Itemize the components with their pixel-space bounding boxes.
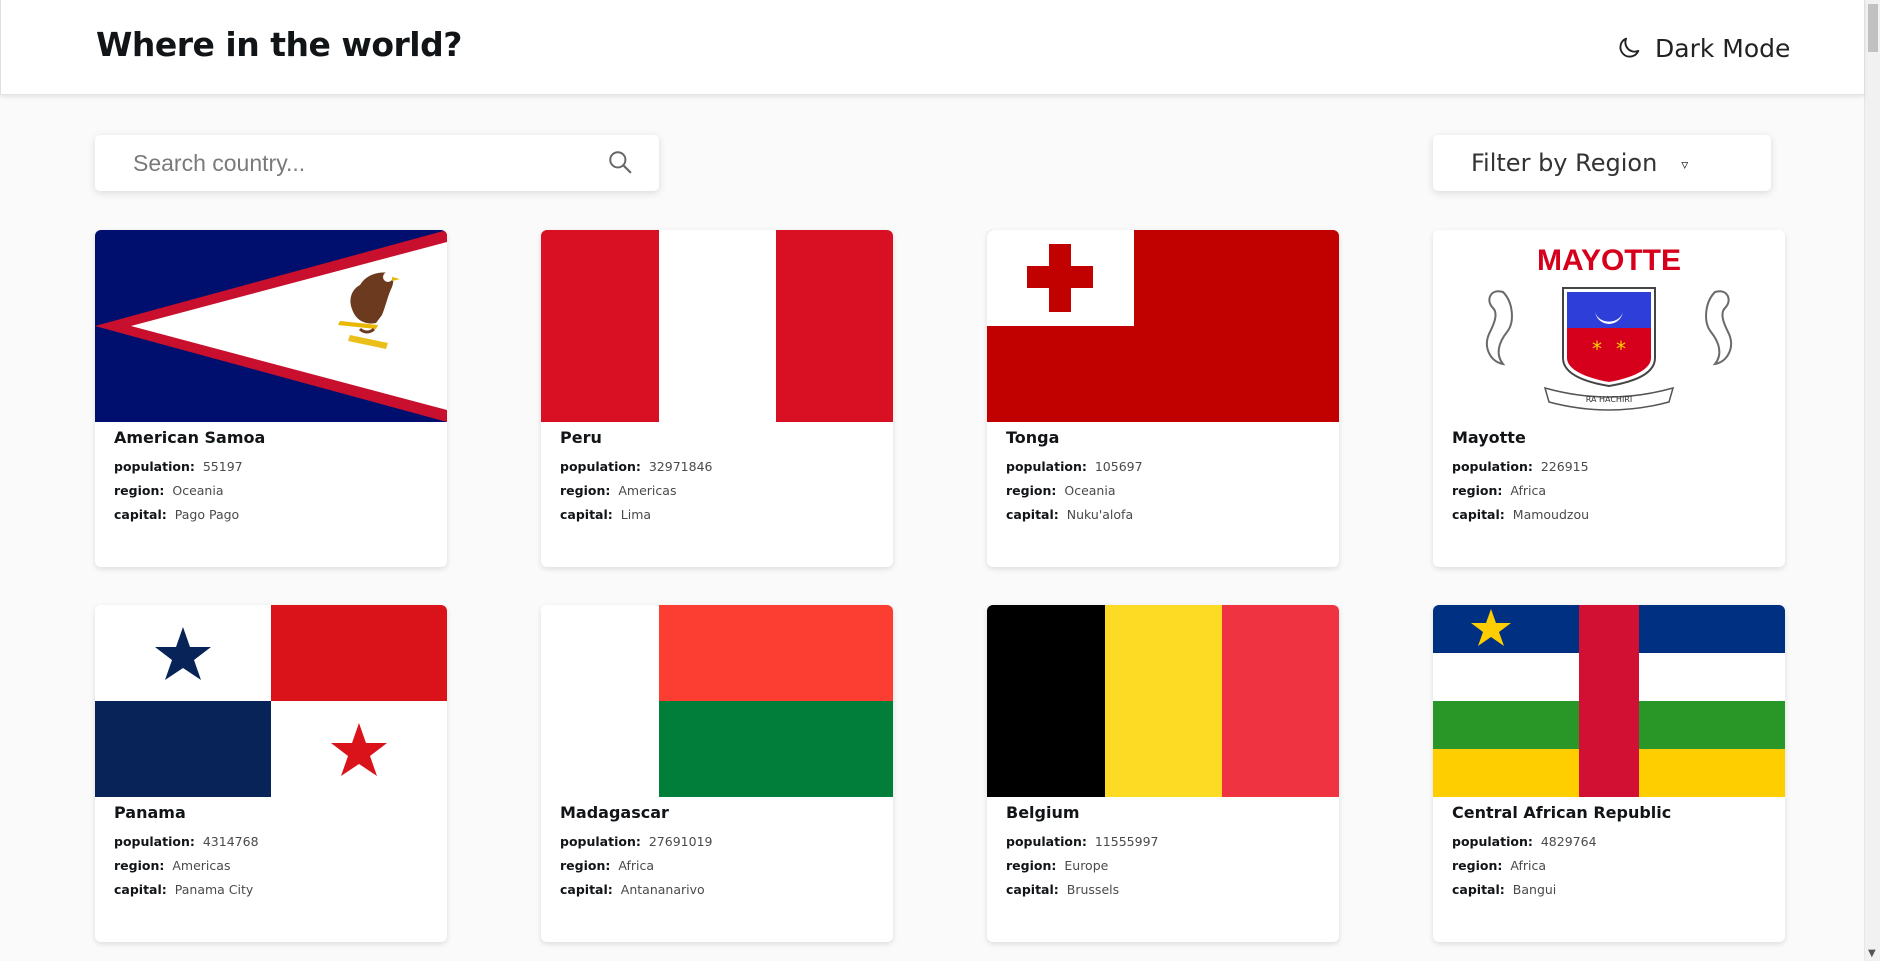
population-label: population:: [560, 459, 641, 474]
header-bar: Where in the world? Dark Mode: [0, 0, 1864, 95]
country-card[interactable]: MAYOTTE * * RA HACHIRI Mayotte populatio…: [1433, 230, 1785, 567]
region-value: Europe: [1064, 858, 1109, 873]
vertical-scrollbar[interactable]: ▼: [1864, 0, 1880, 961]
capital-value: Nuku'alofa: [1066, 507, 1134, 522]
capital-label: capital:: [1006, 882, 1059, 897]
mayotte-flag: MAYOTTE * * RA HACHIRI: [1433, 230, 1785, 422]
dark-mode-label: Dark Mode: [1655, 33, 1791, 63]
madagascar-flag: [541, 605, 893, 797]
capital-value: Bangui: [1512, 882, 1557, 897]
country-name: Panama: [114, 803, 186, 822]
country-card[interactable]: Central African Republic population: 4829…: [1433, 605, 1785, 942]
site-title[interactable]: Where in the world?: [96, 25, 462, 64]
region-label: region:: [1006, 858, 1057, 873]
region-value: Americas: [172, 858, 231, 873]
tonga-flag: [987, 230, 1339, 422]
svg-text:*: *: [1592, 337, 1602, 361]
region-label: region:: [1452, 483, 1503, 498]
capital-label: capital:: [1452, 882, 1505, 897]
capital-value: Antananarivo: [620, 882, 705, 897]
capital-label: capital:: [114, 507, 167, 522]
country-card[interactable]: American Samoa population: 55197 region: O…: [95, 230, 447, 567]
caret-down-icon: ▿: [1681, 157, 1689, 173]
central-african-republic-flag: [1433, 605, 1785, 797]
region-label: region:: [1452, 858, 1503, 873]
population-value: 32971846: [648, 459, 713, 474]
scroll-down-arrow-icon[interactable]: ▼: [1868, 948, 1876, 959]
population-label: population:: [1452, 459, 1533, 474]
region-label: region:: [1006, 483, 1057, 498]
population-label: population:: [1006, 834, 1087, 849]
country-name: Peru: [560, 428, 602, 447]
capital-value: Mamoudzou: [1512, 507, 1590, 522]
region-filter-dropdown[interactable]: Filter by Region ▿: [1433, 135, 1771, 191]
population-label: population:: [114, 459, 195, 474]
mayotte-flag-text: MAYOTTE: [1537, 244, 1681, 277]
country-name: Madagascar: [560, 803, 669, 822]
population-value: 27691019: [648, 834, 713, 849]
region-label: region:: [560, 858, 611, 873]
country-card[interactable]: Tonga population: 105697 region: Oceania c…: [987, 230, 1339, 567]
region-value: Africa: [1510, 858, 1547, 873]
country-name: Tonga: [1006, 428, 1060, 447]
capital-label: capital:: [1452, 507, 1505, 522]
dark-mode-toggle[interactable]: Dark Mode: [1615, 30, 1790, 66]
country-card[interactable]: Peru population: 32971846 region: Americas…: [541, 230, 893, 567]
mayotte-flag-motto: RA HACHIRI: [1586, 395, 1632, 404]
capital-value: Brussels: [1066, 882, 1120, 897]
population-label: population:: [1006, 459, 1087, 474]
country-name: American Samoa: [114, 428, 266, 447]
population-label: population:: [560, 834, 641, 849]
belgium-flag: [987, 605, 1339, 797]
country-name: Central African Republic: [1452, 803, 1672, 822]
country-card[interactable]: Belgium population: 11555997 region: Europ…: [987, 605, 1339, 942]
country-name: Mayotte: [1452, 428, 1526, 447]
region-label: region:: [560, 483, 611, 498]
moon-icon: [1619, 37, 1640, 58]
region-label: region:: [114, 483, 165, 498]
country-name: Belgium: [1006, 803, 1080, 822]
population-value: 105697: [1094, 459, 1143, 474]
population-label: population:: [114, 834, 195, 849]
population-value: 4829764: [1540, 834, 1597, 849]
population-label: population:: [1452, 834, 1533, 849]
region-value: Africa: [618, 858, 655, 873]
region-value: Africa: [1510, 483, 1547, 498]
region-value: Oceania: [172, 483, 224, 498]
capital-label: capital:: [1006, 507, 1059, 522]
country-card[interactable]: Panama population: 4314768 region: America…: [95, 605, 447, 942]
capital-label: capital:: [560, 882, 613, 897]
population-value: 11555997: [1094, 834, 1159, 849]
region-filter-label: Filter by Region: [1471, 149, 1658, 177]
region-value: Americas: [618, 483, 677, 498]
region-value: Oceania: [1064, 483, 1116, 498]
scrollbar-thumb[interactable]: [1868, 4, 1878, 52]
search-icon[interactable]: [607, 149, 633, 175]
population-value: 226915: [1540, 459, 1589, 474]
region-label: region:: [114, 858, 165, 873]
population-value: 55197: [202, 459, 243, 474]
population-value: 4314768: [202, 834, 259, 849]
american-samoa-flag: [95, 230, 447, 422]
svg-text:*: *: [1616, 337, 1626, 361]
capital-value: Pago Pago: [174, 507, 240, 522]
search-box: [95, 135, 659, 191]
peru-flag: [541, 230, 893, 422]
capital-value: Lima: [620, 507, 652, 522]
capital-label: capital:: [114, 882, 167, 897]
panama-flag: [95, 605, 447, 797]
capital-value: Panama City: [174, 882, 254, 897]
capital-label: capital:: [560, 507, 613, 522]
search-input[interactable]: [95, 135, 659, 191]
country-card[interactable]: Madagascar population: 27691019 region: Af…: [541, 605, 893, 942]
